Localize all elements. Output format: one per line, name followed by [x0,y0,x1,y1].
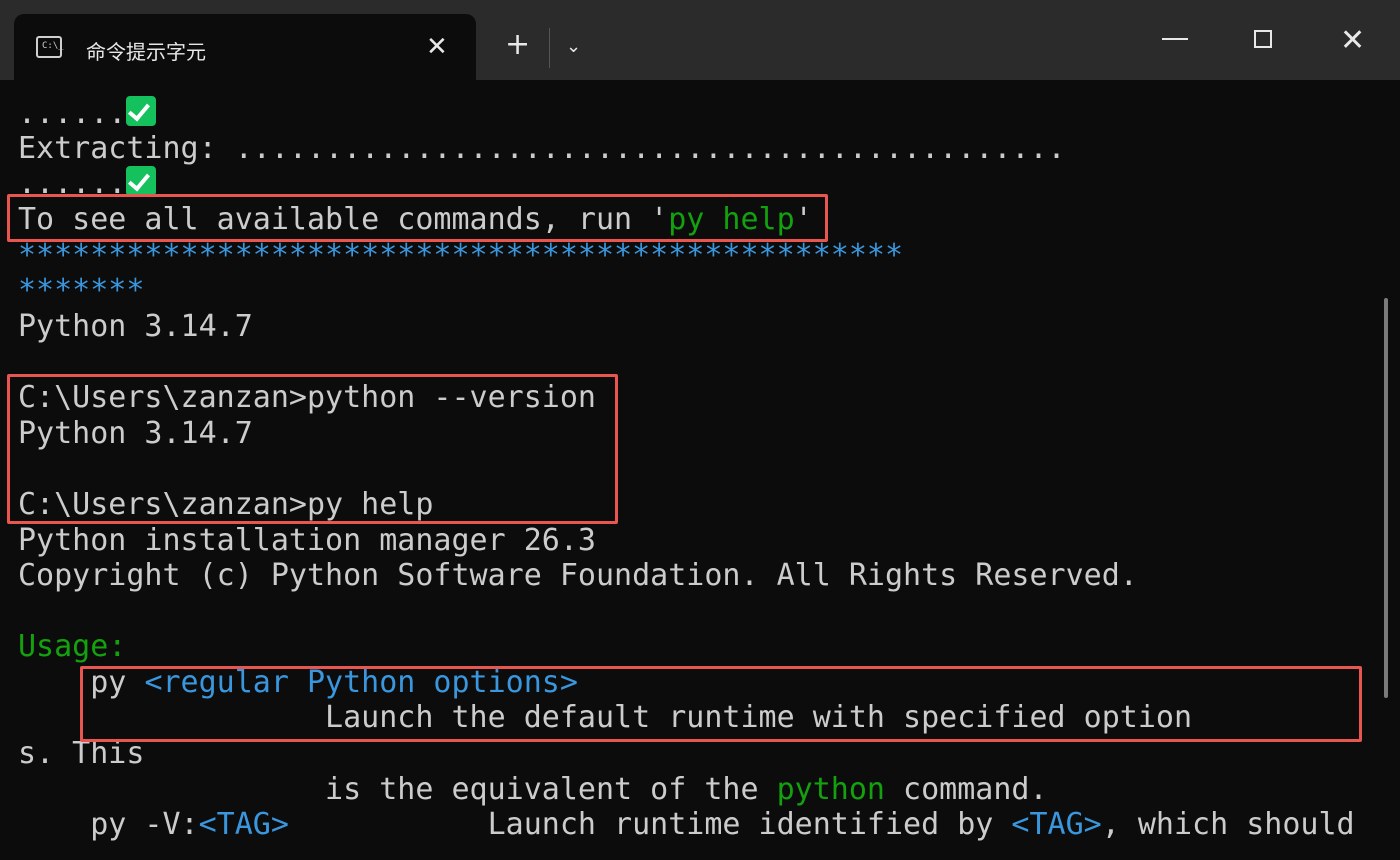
close-window-button[interactable]: ✕ [1340,26,1365,56]
terminal-output[interactable]: ...... Extracting: .....................… [0,80,1400,860]
output-line: Python installation manager 26.3 [18,523,596,559]
maximize-icon[interactable] [1254,30,1272,48]
highlight-box-commands [7,374,618,524]
separator-stars: ******* [18,273,145,308]
command-highlight: python [776,772,885,807]
output-text: Python installation manager 26.3 [18,523,596,558]
tag-placeholder: <TAG> [1011,807,1102,842]
title-bar: C:\_ 命令提示字元 ✕ + ⌄ ✕ [0,0,1400,80]
output-line: Copyright (c) Python Software Foundation… [18,558,1138,594]
tab-command-prompt[interactable]: C:\_ 命令提示字元 ✕ [14,14,476,80]
output-text: Launch runtime identified by [288,807,1012,842]
highlight-box-usage [80,666,1362,742]
output-text: Copyright (c) Python Software Foundation… [18,558,1138,593]
usage-heading: Usage: [18,629,127,664]
output-line: py -V:<TAG> Launch runtime identified by… [18,807,1355,843]
output-text: command. [884,772,1048,807]
output-line: ******* [18,273,144,309]
output-text: , which should [1101,807,1355,842]
output-line: Extracting: ............................… [18,131,1066,167]
output-text: ...... [18,96,127,131]
tag-placeholder: <TAG> [198,807,289,842]
output-line: Python 3.14.7 [18,309,253,345]
tab-title: 命令提示字元 [86,40,206,64]
command-prompt-icon: C:\_ [36,36,64,58]
chevron-down-icon[interactable]: ⌄ [566,36,581,57]
scrollbar[interactable] [1384,298,1388,698]
output-text: is the equivalent of the [18,772,777,807]
new-tab-button[interactable]: + [505,30,530,60]
close-tab-button[interactable]: ✕ [426,34,448,60]
separator-stars: ****************************************… [18,238,904,273]
output-line: is the equivalent of the python command. [18,772,1048,808]
output-text: py -V: [18,807,199,842]
highlight-box-py-help-hint [7,194,828,242]
minimize-icon[interactable] [1162,38,1188,40]
check-icon [126,95,157,126]
check-icon [126,165,157,196]
command-prompt-icon-text: C:\_ [42,41,64,51]
output-text: Python 3.14.7 [18,309,253,344]
tab-divider [549,28,550,68]
output-line: Usage: [18,629,126,665]
output-line: ...... [18,95,157,132]
output-line: ****************************************… [18,238,903,274]
output-text: Extracting: ............................… [18,131,1066,166]
